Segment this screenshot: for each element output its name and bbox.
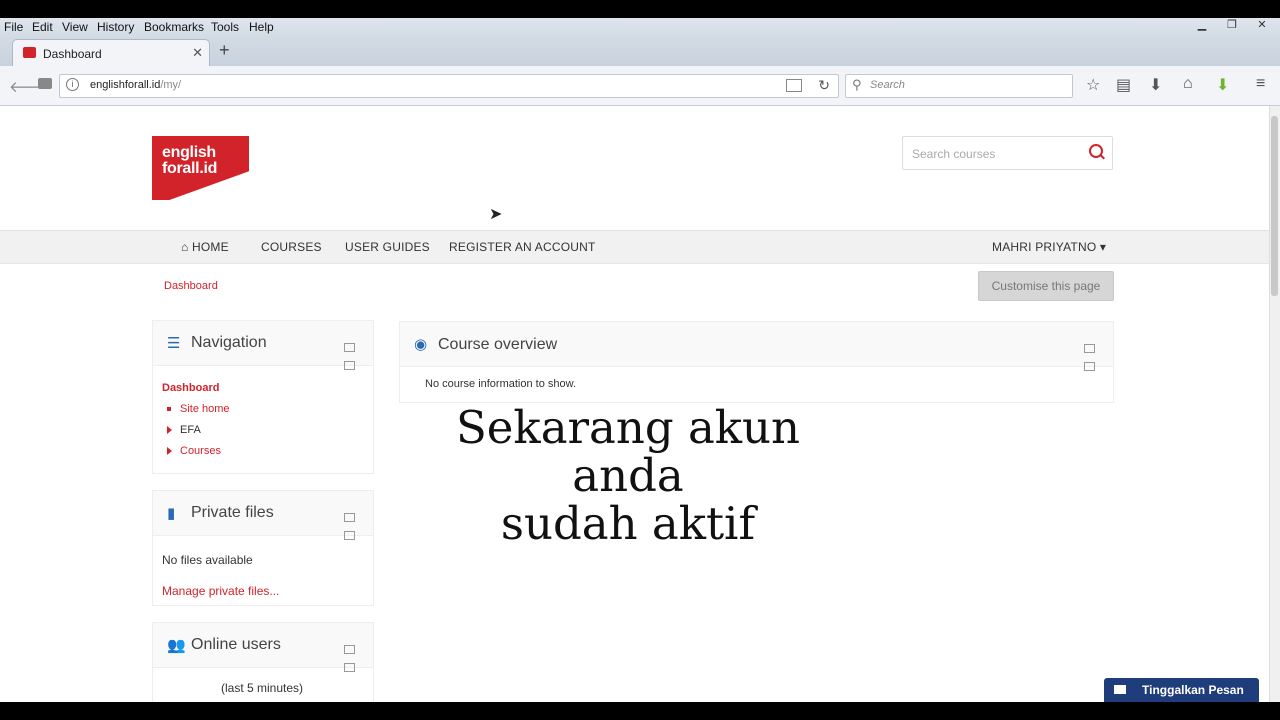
page-scrollbar[interactable]	[1269, 106, 1280, 702]
close-window-icon[interactable]: ✕	[1254, 18, 1270, 34]
hamburger-menu-icon[interactable]: ≡	[1256, 75, 1265, 93]
bookmarks-list-icon[interactable]: ▤	[1116, 75, 1131, 95]
browser-menubar: File Edit View History Bookmarks Tools H…	[0, 18, 1280, 36]
online-users-title: Online users	[191, 636, 281, 653]
manage-private-files-link[interactable]: Manage private files...	[162, 584, 279, 598]
maximize-icon[interactable]: ❐	[1224, 18, 1240, 34]
page-identity-icon	[38, 78, 52, 89]
site-logo[interactable]: english forall.id	[152, 136, 249, 200]
nav-current-dashboard[interactable]: Dashboard	[162, 382, 219, 394]
tab-title: Dashboard	[43, 47, 102, 61]
nav-courses[interactable]: COURSES	[261, 240, 322, 254]
no-course-info-text: No course information to show.	[425, 378, 577, 390]
menu-edit[interactable]: Edit	[32, 20, 53, 34]
scrollbar-thumb[interactable]	[1271, 116, 1278, 296]
info-icon[interactable]: i	[66, 78, 79, 91]
new-tab-icon[interactable]: +	[219, 40, 230, 61]
block-controls-icon[interactable]	[343, 339, 365, 370]
url-text: englishforall.id/my/	[90, 79, 182, 91]
video-letterbox-bottom	[0, 702, 1280, 720]
menu-bookmarks[interactable]: Bookmarks	[144, 20, 204, 34]
nav-user-guides[interactable]: USER GUIDES	[345, 240, 430, 254]
search-placeholder: Search	[870, 79, 905, 91]
file-icon: ▮	[167, 505, 176, 522]
close-tab-icon[interactable]: ✕	[192, 45, 203, 61]
online-users-block: 👥 Online users (last 5 minutes)	[152, 622, 374, 702]
block-controls-icon[interactable]	[343, 509, 365, 540]
private-files-block: ▮ Private files No files available Manag…	[152, 490, 374, 606]
site-favicon-icon	[23, 47, 36, 58]
private-files-title: Private files	[191, 504, 274, 521]
eye-icon: ◉	[414, 336, 428, 353]
video-caption: Sekarang akun anda sudah aktif	[398, 404, 858, 548]
minimize-icon[interactable]: ▁	[1194, 18, 1210, 34]
web-page: english forall.id Search courses ⌂ HOME …	[0, 106, 1270, 702]
home-icon[interactable]: ⌂	[1183, 75, 1193, 93]
tab-strip: Dashboard ✕	[0, 36, 1280, 67]
navigation-block: ☰ Navigation Dashboard Site home EFA Cou…	[152, 320, 374, 474]
block-controls-icon[interactable]	[1083, 340, 1105, 371]
navigation-block-header: ☰ Navigation	[153, 321, 373, 370]
address-bar[interactable]: i englishforall.id/my/ ↻	[59, 74, 839, 98]
leave-message-label: Tinggalkan Pesan	[1142, 683, 1244, 697]
nav-register[interactable]: REGISTER AN ACCOUNT	[449, 240, 596, 254]
menu-history[interactable]: History	[97, 20, 134, 34]
user-menu[interactable]: MAHRI PRIYATNO ▾	[992, 240, 1106, 254]
nav-home[interactable]: ⌂ HOME	[181, 240, 229, 254]
expand-arrow-icon	[167, 447, 172, 456]
menu-tools[interactable]: Tools	[211, 20, 239, 34]
downloads-icon[interactable]: ⬇	[1149, 75, 1162, 95]
course-search-placeholder: Search courses	[912, 147, 996, 161]
leave-message-button[interactable]: Tinggalkan Pesan	[1104, 678, 1259, 702]
caption-line-2: sudah aktif	[500, 497, 756, 550]
bookmark-star-icon[interactable]: ☆	[1086, 75, 1100, 95]
caret-down-icon: ▾	[1096, 240, 1107, 254]
course-search-input[interactable]: Search courses	[902, 136, 1113, 170]
mouse-cursor-icon: ➤	[489, 206, 503, 223]
menu-view[interactable]: View	[62, 20, 88, 34]
browser-search-input[interactable]: ⚲ Search	[845, 74, 1073, 98]
online-users-header: 👥 Online users	[153, 623, 373, 672]
navigation-block-title: Navigation	[191, 334, 267, 351]
online-users-subtitle: (last 5 minutes)	[221, 681, 304, 695]
reload-icon[interactable]: ↻	[818, 77, 830, 94]
home-icon: ⌂	[181, 240, 192, 254]
logo-line2: forall.id	[162, 160, 218, 177]
window-controls: ▁ ❐ ✕	[1194, 18, 1270, 34]
addon-download-icon[interactable]: ⬇	[1216, 75, 1229, 95]
block-controls-icon[interactable]	[343, 641, 365, 672]
users-icon: 👥	[167, 637, 186, 654]
caption-line-1: Sekarang akun anda	[455, 401, 801, 502]
course-overview-title: Course overview	[438, 336, 558, 353]
private-files-header: ▮ Private files	[153, 491, 373, 540]
nav-item-efa[interactable]: EFA	[167, 424, 201, 436]
main-navigation: ⌂ HOME COURSES USER GUIDES REGISTER AN A…	[0, 230, 1270, 264]
mail-icon	[1114, 685, 1126, 694]
course-overview-header: ◉ Course overview	[400, 322, 1113, 371]
no-files-text: No files available	[162, 553, 253, 567]
menu-help[interactable]: Help	[249, 20, 274, 34]
video-letterbox-top	[0, 0, 1280, 18]
customise-page-button[interactable]: Customise this page	[978, 271, 1114, 301]
search-icon[interactable]	[1089, 144, 1103, 158]
bullet-icon	[167, 407, 171, 412]
menu-file[interactable]: File	[4, 20, 23, 34]
list-icon: ☰	[167, 335, 181, 352]
course-overview-block: ◉ Course overview No course information …	[399, 321, 1114, 403]
search-icon: ⚲	[852, 77, 862, 92]
breadcrumb[interactable]: Dashboard	[164, 280, 218, 292]
nav-item-courses[interactable]: Courses	[167, 445, 221, 457]
expand-arrow-icon	[167, 426, 172, 435]
nav-item-site-home[interactable]: Site home	[167, 403, 230, 415]
tab-dashboard[interactable]: Dashboard ✕	[12, 39, 210, 67]
reader-view-icon[interactable]	[786, 79, 802, 92]
